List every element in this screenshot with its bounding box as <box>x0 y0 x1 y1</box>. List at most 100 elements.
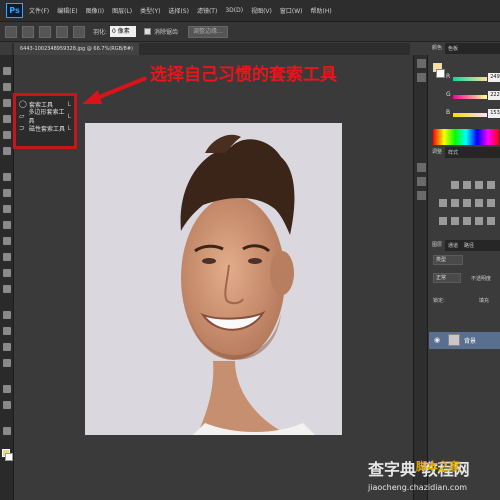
refine-edge-button[interactable]: 调整边缘... <box>188 25 228 38</box>
curves-icon[interactable] <box>475 181 483 189</box>
lasso-preset-icon[interactable] <box>5 25 17 38</box>
layers-panel-tabs: 图层 通道 路径 <box>429 240 500 251</box>
menu-view[interactable]: 视图(V) <box>251 6 272 15</box>
swap-colors-icon[interactable] <box>3 427 11 435</box>
eraser-tool-icon[interactable] <box>3 237 11 245</box>
feather-input[interactable]: 0 像素 <box>110 26 137 37</box>
menu-edit[interactable]: 编辑(E) <box>57 6 77 15</box>
polygonal-lasso-icon: ▱ <box>19 112 25 120</box>
menu-select[interactable]: 选择(S) <box>168 6 189 15</box>
slider-value[interactable]: 249 <box>488 73 500 82</box>
crop-tool-icon[interactable] <box>3 131 11 139</box>
tab-swatches[interactable]: 色板 <box>445 45 461 52</box>
menu-3d[interactable]: 3D(D) <box>225 7 243 14</box>
color-balance-icon[interactable] <box>463 199 471 207</box>
slider-label: R <box>446 73 451 80</box>
marquee-tool-icon[interactable] <box>3 83 11 91</box>
background-color-swatch[interactable] <box>5 453 13 461</box>
layer-kind-filter[interactable]: 类型 <box>433 255 463 265</box>
new-selection-icon[interactable] <box>22 25 34 38</box>
brightness-contrast-icon[interactable] <box>451 181 459 189</box>
shape-tool-icon[interactable] <box>3 359 11 367</box>
toolbox <box>0 55 14 500</box>
vibrance-icon[interactable] <box>439 199 447 207</box>
portrait-photo[interactable] <box>85 123 342 435</box>
dodge-tool-icon[interactable] <box>3 285 11 293</box>
healing-brush-tool-icon[interactable] <box>3 173 11 181</box>
tab-color[interactable]: 颜色 <box>429 43 446 54</box>
add-selection-icon[interactable] <box>39 25 51 38</box>
quick-select-tool-icon[interactable] <box>3 115 11 123</box>
watermark-url: jiaocheng.chazidian.com <box>368 483 468 492</box>
brush-tool-icon[interactable] <box>3 189 11 197</box>
character-panel-icon[interactable] <box>417 163 426 172</box>
slider-blue[interactable]: B 153 <box>446 109 500 121</box>
clone-stamp-tool-icon[interactable] <box>3 205 11 213</box>
flyout-item-label: 磁性套索工具 <box>29 125 66 133</box>
tab-layers[interactable]: 图层 <box>429 240 446 251</box>
menu-image[interactable]: 图像(I) <box>86 6 104 15</box>
menu-file[interactable]: 文件(F) <box>29 6 49 15</box>
path-select-tool-icon[interactable] <box>3 343 11 351</box>
menu-layer[interactable]: 图层(L) <box>112 6 132 15</box>
posterize-icon[interactable] <box>451 217 459 225</box>
slider-track[interactable] <box>453 113 487 117</box>
pen-tool-icon[interactable] <box>3 311 11 319</box>
menu-type[interactable]: 类型(Y) <box>140 6 160 15</box>
slider-green[interactable]: G 222 <box>446 91 500 103</box>
hand-tool-icon[interactable] <box>3 385 11 393</box>
exposure-icon[interactable] <box>487 181 495 189</box>
lasso-tool-icon[interactable] <box>3 99 11 107</box>
brush-panel-icon[interactable] <box>417 191 426 200</box>
subtract-selection-icon[interactable] <box>56 25 68 38</box>
slider-red[interactable]: R 249 <box>446 73 500 85</box>
menu-bar: Ps 文件(F) 编辑(E) 图像(I) 图层(L) 类型(Y) 选择(S) 滤… <box>0 0 500 22</box>
tab-paths[interactable]: 路径 <box>461 242 477 249</box>
actions-panel-icon[interactable] <box>417 73 426 82</box>
eyedropper-tool-icon[interactable] <box>3 147 11 155</box>
background-color-chip[interactable] <box>436 69 445 78</box>
color-spectrum-bar[interactable] <box>433 129 499 145</box>
selective-color-icon[interactable] <box>487 217 495 225</box>
flyout-item-polygonal-lasso[interactable]: ▱ 多边形套索工具 L <box>19 109 71 125</box>
slider-track[interactable] <box>453 95 487 99</box>
hue-saturation-icon[interactable] <box>451 199 459 207</box>
document-tab[interactable]: 6443-1002348959328.jpg @ 66.7%(RGB/8#) <box>14 43 140 55</box>
invert-icon[interactable] <box>439 217 447 225</box>
intersect-selection-icon[interactable] <box>73 25 85 38</box>
layer-row-background[interactable]: ◉ 背景 <box>429 332 500 349</box>
paragraph-panel-icon[interactable] <box>417 177 426 186</box>
history-brush-tool-icon[interactable] <box>3 221 11 229</box>
levels-icon[interactable] <box>463 181 471 189</box>
visibility-eye-icon[interactable]: ◉ <box>434 336 440 344</box>
lasso-tool-flyout: ◯ 套索工具 L ▱ 多边形套索工具 L ⊃ 磁性套索工具 L <box>13 93 77 149</box>
history-panel-icon[interactable] <box>417 59 426 68</box>
gradient-tool-icon[interactable] <box>3 253 11 261</box>
blend-mode-select[interactable]: 正常 <box>433 273 461 283</box>
layer-name[interactable]: 背景 <box>464 336 476 345</box>
type-tool-icon[interactable] <box>3 327 11 335</box>
menu-window[interactable]: 窗口(W) <box>280 6 303 15</box>
slider-value[interactable]: 222 <box>488 91 500 100</box>
flyout-item-label: 多边形套索工具 <box>28 109 65 125</box>
threshold-icon[interactable] <box>463 217 471 225</box>
lasso-icon: ◯ <box>19 100 27 108</box>
zoom-tool-icon[interactable] <box>3 401 11 409</box>
antialias-checkbox[interactable] <box>144 28 152 35</box>
move-tool-icon[interactable] <box>3 67 11 75</box>
tab-channels[interactable]: 通道 <box>445 242 461 249</box>
menu-filter[interactable]: 滤镜(T) <box>197 6 217 15</box>
menu-help[interactable]: 帮助(H) <box>311 6 332 15</box>
black-white-icon[interactable] <box>475 199 483 207</box>
magnetic-lasso-icon: ⊃ <box>19 124 25 132</box>
gradient-map-icon[interactable] <box>475 217 483 225</box>
blur-tool-icon[interactable] <box>3 269 11 277</box>
slider-track[interactable] <box>453 77 487 81</box>
slider-value[interactable]: 153 <box>488 109 500 118</box>
photo-filter-icon[interactable] <box>487 199 495 207</box>
tab-styles[interactable]: 样式 <box>445 149 461 156</box>
options-bar: 羽化: 0 像素 消除锯齿 调整边缘... <box>0 22 500 42</box>
document-tab-bar: 6443-1002348959328.jpg @ 66.7%(RGB/8#) <box>12 43 410 55</box>
tab-adjustments[interactable]: 调整 <box>429 147 446 158</box>
flyout-item-magnetic-lasso[interactable]: ⊃ 磁性套索工具 L <box>19 122 71 134</box>
